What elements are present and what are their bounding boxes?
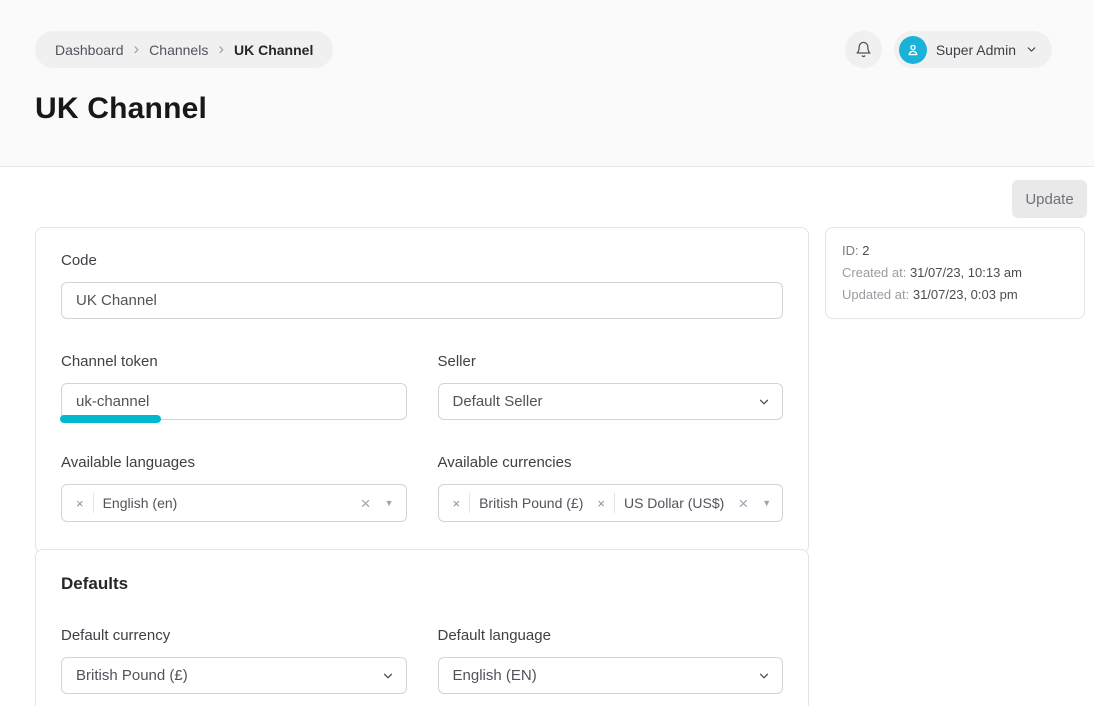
available-currencies-field-group: Available currencies × British Pound (£)… xyxy=(438,453,784,522)
chip-label: US Dollar (US$) xyxy=(624,495,724,511)
breadcrumb: Dashboard › Channels › UK Channel xyxy=(35,31,333,68)
notifications-button[interactable] xyxy=(845,31,882,68)
defaults-heading: Defaults xyxy=(61,573,783,595)
update-button[interactable]: Update xyxy=(1012,180,1087,218)
meta-created-value: 31/07/23, 10:13 am xyxy=(910,265,1022,280)
code-label: Code xyxy=(61,251,783,271)
available-languages-select[interactable]: × English (en) × ▼ xyxy=(61,484,407,522)
breadcrumb-current: UK Channel xyxy=(234,42,313,58)
default-language-select[interactable]: English (EN) xyxy=(438,657,784,694)
token-seller-row: Channel token Seller Default Seller xyxy=(61,352,783,420)
seller-select[interactable]: Default Seller xyxy=(438,383,784,420)
meta-id-value: 2 xyxy=(862,243,869,258)
breadcrumb-separator-icon: › xyxy=(218,40,224,59)
selected-currency-chip: × British Pound (£) xyxy=(453,493,584,513)
selected-language-chip: × English (en) xyxy=(76,493,177,513)
multiselect-controls: × ▼ xyxy=(738,495,771,512)
chip-label: English (en) xyxy=(103,495,178,511)
remove-chip-icon[interactable]: × xyxy=(76,497,84,510)
meta-card: ID: 2 Created at: 31/07/23, 10:13 am Upd… xyxy=(825,227,1085,319)
default-currency-select[interactable]: British Pound (£) xyxy=(61,657,407,694)
clear-all-icon[interactable]: × xyxy=(361,495,371,512)
seller-label: Seller xyxy=(438,352,784,372)
meta-created-label: Created at: xyxy=(842,265,906,280)
remove-chip-icon[interactable]: × xyxy=(453,497,461,510)
code-field-group: Code xyxy=(61,251,783,319)
selected-currency-chip: × US Dollar (US$) xyxy=(597,493,724,513)
meta-updated-value: 31/07/23, 0:03 pm xyxy=(913,287,1018,302)
breadcrumb-dashboard[interactable]: Dashboard xyxy=(55,42,124,58)
caret-down-icon: ▼ xyxy=(385,499,394,508)
user-name: Super Admin xyxy=(936,42,1016,58)
channel-token-label: Channel token xyxy=(61,352,407,372)
chip-divider xyxy=(93,493,94,513)
meta-id-row: ID: 2 xyxy=(842,240,1068,262)
meta-id-label: ID: xyxy=(842,243,859,258)
available-languages-label: Available languages xyxy=(61,453,407,473)
seller-field-group: Seller Default Seller xyxy=(438,352,784,420)
channel-token-input[interactable] xyxy=(61,383,407,420)
channel-edit-page: Dashboard › Channels › UK Channel xyxy=(0,0,1094,706)
top-bar: Dashboard › Channels › UK Channel xyxy=(0,0,1094,68)
available-currencies-select[interactable]: × British Pound (£) × US Dollar (US$) × … xyxy=(438,484,784,522)
caret-down-icon: ▼ xyxy=(762,499,771,508)
avatar xyxy=(899,36,927,64)
defaults-card: Defaults Default currency British Pound … xyxy=(35,549,809,706)
breadcrumb-channels[interactable]: Channels xyxy=(149,42,208,58)
remove-chip-icon[interactable]: × xyxy=(597,497,605,510)
meta-updated-label: Updated at: xyxy=(842,287,909,302)
chevron-down-icon xyxy=(1025,43,1038,56)
default-currency-label: Default currency xyxy=(61,626,407,646)
breadcrumb-separator-icon: › xyxy=(134,40,140,59)
clear-all-icon[interactable]: × xyxy=(738,495,748,512)
multiselect-controls: × ▼ xyxy=(361,495,394,512)
user-menu-button[interactable]: Super Admin xyxy=(894,31,1052,68)
available-currencies-label: Available currencies xyxy=(438,453,784,473)
meta-updated-row: Updated at: 31/07/23, 0:03 pm xyxy=(842,284,1068,306)
code-input[interactable] xyxy=(61,282,783,319)
person-icon xyxy=(905,42,921,58)
chip-divider xyxy=(614,493,615,513)
bell-icon xyxy=(855,41,872,58)
top-bar-actions: Super Admin xyxy=(845,31,1052,68)
default-language-field-group: Default language English (EN) xyxy=(438,626,784,694)
chip-divider xyxy=(469,493,470,513)
default-currency-field-group: Default currency British Pound (£) xyxy=(61,626,407,694)
defaults-row: Default currency British Pound (£) Defau… xyxy=(61,626,783,694)
languages-currencies-row: Available languages × English (en) × ▼ xyxy=(61,453,783,522)
channel-token-field-group: Channel token xyxy=(61,352,407,420)
chip-label: British Pound (£) xyxy=(479,495,583,511)
default-language-label: Default language xyxy=(438,626,784,646)
content: Update Code Channel token Seller xyxy=(0,167,1094,706)
available-languages-field-group: Available languages × English (en) × ▼ xyxy=(61,453,407,522)
header: Dashboard › Channels › UK Channel xyxy=(0,0,1094,167)
page-title: UK Channel xyxy=(35,91,1094,127)
meta-created-row: Created at: 31/07/23, 10:13 am xyxy=(842,262,1068,284)
channel-form-card: Code Channel token Seller Default Seller xyxy=(35,227,809,554)
